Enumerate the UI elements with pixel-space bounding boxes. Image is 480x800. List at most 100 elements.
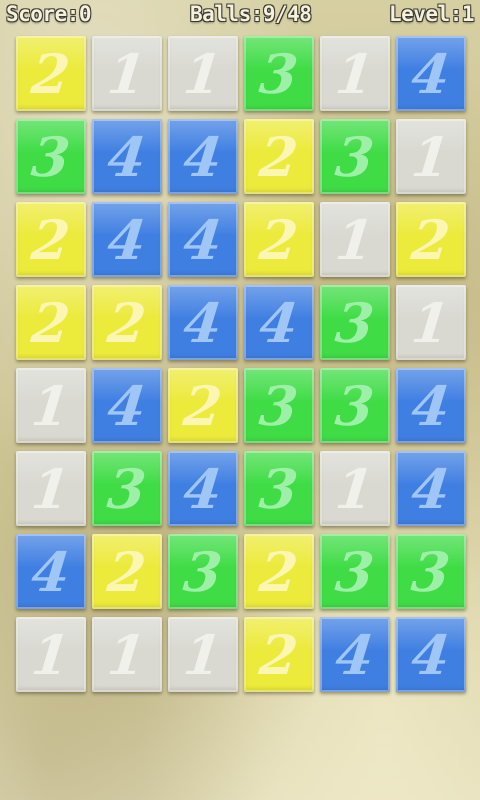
board-tile[interactable]: 4 [168, 451, 238, 526]
tile-number: 4 [408, 456, 454, 521]
tile-number: 4 [180, 290, 226, 355]
hud-bar: Score:0 Balls:9/48 Level:1 [0, 0, 480, 30]
board-tile[interactable]: 2 [244, 202, 314, 277]
tile-number: 2 [28, 41, 74, 106]
board-tile[interactable]: 2 [16, 285, 86, 360]
board-tile[interactable]: 3 [16, 119, 86, 194]
tile-number: 3 [256, 41, 302, 106]
tile-number: 1 [408, 290, 454, 355]
board-tile[interactable]: 4 [92, 119, 162, 194]
board-tile[interactable]: 3 [396, 534, 466, 609]
tile-number: 1 [104, 41, 150, 106]
board-tile[interactable]: 1 [168, 617, 238, 692]
game-board: 2113143442312442122244311423341343144232… [16, 36, 466, 692]
tile-number: 4 [104, 124, 150, 189]
tile-number: 3 [28, 124, 74, 189]
board-tile[interactable]: 2 [92, 534, 162, 609]
tile-number: 3 [408, 539, 454, 604]
tile-number: 2 [256, 622, 302, 687]
tile-number: 3 [332, 373, 378, 438]
tile-number: 1 [28, 622, 74, 687]
board-tile[interactable]: 3 [244, 451, 314, 526]
board-tile[interactable]: 1 [320, 36, 390, 111]
board-tile[interactable]: 4 [320, 617, 390, 692]
board-tile[interactable]: 3 [168, 534, 238, 609]
board-tile[interactable]: 2 [244, 119, 314, 194]
board-tile[interactable]: 1 [396, 285, 466, 360]
board-tile[interactable]: 1 [320, 451, 390, 526]
tile-number: 2 [256, 539, 302, 604]
tile-number: 4 [408, 373, 454, 438]
tile-number: 3 [180, 539, 226, 604]
board-tile[interactable]: 3 [244, 36, 314, 111]
tile-number: 3 [256, 456, 302, 521]
balls-counter: Balls:9/48 [190, 2, 312, 26]
board-tile[interactable]: 1 [16, 368, 86, 443]
board-tile[interactable]: 4 [396, 451, 466, 526]
tile-number: 4 [104, 373, 150, 438]
tile-number: 4 [180, 207, 226, 272]
tile-number: 1 [408, 124, 454, 189]
board-tile[interactable]: 4 [168, 285, 238, 360]
tile-number: 3 [104, 456, 150, 521]
board-tile[interactable]: 1 [396, 119, 466, 194]
board-tile[interactable]: 1 [168, 36, 238, 111]
board-tile[interactable]: 4 [168, 119, 238, 194]
board-tile[interactable]: 2 [92, 285, 162, 360]
tile-number: 4 [256, 290, 302, 355]
tile-number: 4 [28, 539, 74, 604]
board-tile[interactable]: 2 [16, 36, 86, 111]
board-tile[interactable]: 4 [244, 285, 314, 360]
tile-number: 1 [28, 373, 74, 438]
tile-number: 1 [28, 456, 74, 521]
tile-number: 2 [180, 373, 226, 438]
tile-number: 2 [28, 207, 74, 272]
board-tile[interactable]: 4 [168, 202, 238, 277]
board-tile[interactable]: 1 [92, 36, 162, 111]
board-tile[interactable]: 3 [320, 119, 390, 194]
tile-number: 4 [408, 622, 454, 687]
tile-number: 2 [256, 124, 302, 189]
tile-number: 4 [104, 207, 150, 272]
board-tile[interactable]: 3 [320, 368, 390, 443]
board-tile[interactable]: 1 [16, 451, 86, 526]
tile-number: 2 [104, 290, 150, 355]
board-tile[interactable]: 1 [92, 617, 162, 692]
tile-number: 4 [180, 456, 226, 521]
board-tile[interactable]: 3 [244, 368, 314, 443]
tile-number: 3 [332, 290, 378, 355]
board-tile[interactable]: 1 [320, 202, 390, 277]
tile-number: 2 [408, 207, 454, 272]
board-tile[interactable]: 4 [16, 534, 86, 609]
tile-number: 4 [408, 41, 454, 106]
tile-number: 4 [180, 124, 226, 189]
tile-number: 3 [332, 124, 378, 189]
level-display: Level:1 [388, 2, 475, 26]
tile-number: 1 [332, 207, 378, 272]
score-display: Score:0 [6, 2, 92, 26]
tile-number: 1 [180, 41, 226, 106]
board-tile[interactable]: 3 [92, 451, 162, 526]
tile-number: 2 [28, 290, 74, 355]
board-tile[interactable]: 2 [396, 202, 466, 277]
tile-number: 4 [332, 622, 378, 687]
board-tile[interactable]: 2 [244, 534, 314, 609]
tile-number: 1 [104, 622, 150, 687]
tile-number: 1 [180, 622, 226, 687]
board-tile[interactable]: 2 [16, 202, 86, 277]
tile-number: 2 [104, 539, 150, 604]
board-tile[interactable]: 4 [396, 617, 466, 692]
tile-number: 2 [256, 207, 302, 272]
board-tile[interactable]: 4 [396, 368, 466, 443]
tile-number: 3 [332, 539, 378, 604]
tile-number: 3 [256, 373, 302, 438]
board-tile[interactable]: 3 [320, 534, 390, 609]
board-tile[interactable]: 4 [396, 36, 466, 111]
board-tile[interactable]: 3 [320, 285, 390, 360]
board-tile[interactable]: 4 [92, 202, 162, 277]
board-tile[interactable]: 4 [92, 368, 162, 443]
tile-number: 1 [332, 456, 378, 521]
board-tile[interactable]: 1 [16, 617, 86, 692]
board-tile[interactable]: 2 [244, 617, 314, 692]
board-tile[interactable]: 2 [168, 368, 238, 443]
